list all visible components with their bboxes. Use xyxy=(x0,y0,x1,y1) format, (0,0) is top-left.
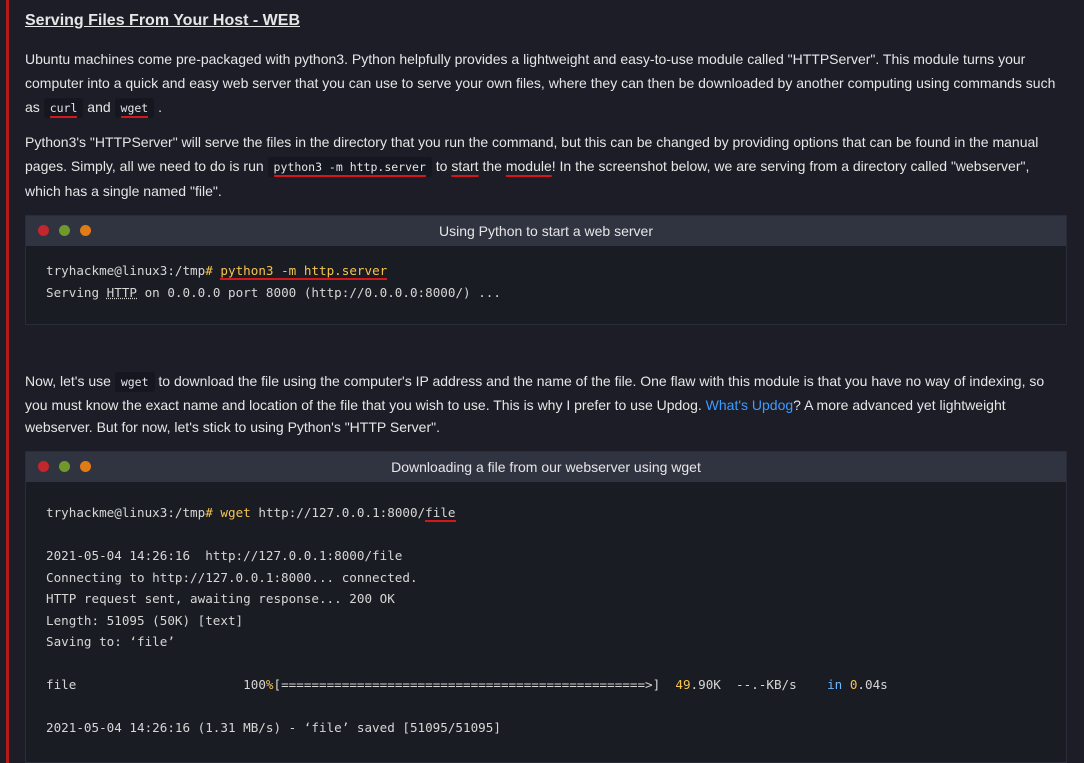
terminal-title: Using Python to start a web server xyxy=(439,223,653,239)
terminal-python-server: Using Python to start a web server tryha… xyxy=(25,215,1067,325)
code-curl: curl xyxy=(43,98,84,118)
paragraph-httpserver: Python3's "HTTPServer" will serve the fi… xyxy=(25,134,1039,199)
paragraph-intro: Ubuntu machines come pre-packaged with p… xyxy=(25,47,1067,120)
maximize-dot-icon xyxy=(80,461,91,472)
code-wget-2: wget xyxy=(114,372,155,392)
link-whats-updog[interactable]: What's Updog xyxy=(706,397,794,413)
left-accent-bar xyxy=(0,0,9,763)
maximize-dot-icon xyxy=(80,225,91,236)
terminal-wget-download: Downloading a file from our webserver us… xyxy=(25,451,1067,763)
terminal-body-2: tryhackme@linux3:/tmp# wget http://127.0… xyxy=(46,505,888,735)
terminal-header: Using Python to start a web server xyxy=(26,216,1066,246)
minimize-dot-icon xyxy=(59,461,70,472)
code-python-server: python3 -m http.server xyxy=(267,157,432,177)
command-wget: wget xyxy=(220,505,251,520)
paragraph-wget: Now, let's use wget to download the file… xyxy=(25,372,1045,435)
close-dot-icon xyxy=(38,461,49,472)
close-dot-icon xyxy=(38,225,49,236)
window-controls xyxy=(38,225,91,236)
terminal-body: tryhackme@linux3:/tmp# python3 -m http.s… xyxy=(46,263,501,300)
window-controls-2 xyxy=(38,461,91,472)
command-python: python3 -m http.server xyxy=(220,263,388,280)
minimize-dot-icon xyxy=(59,225,70,236)
progress-line: file 100%[==============================… xyxy=(46,677,888,692)
terminal-title-2: Downloading a file from our webserver us… xyxy=(391,459,701,475)
code-wget: wget xyxy=(114,98,155,118)
terminal-header-2: Downloading a file from our webserver us… xyxy=(26,452,1066,482)
section-heading: Serving Files From Your Host - WEB xyxy=(25,12,300,29)
progress-bar: [=======================================… xyxy=(273,677,661,692)
